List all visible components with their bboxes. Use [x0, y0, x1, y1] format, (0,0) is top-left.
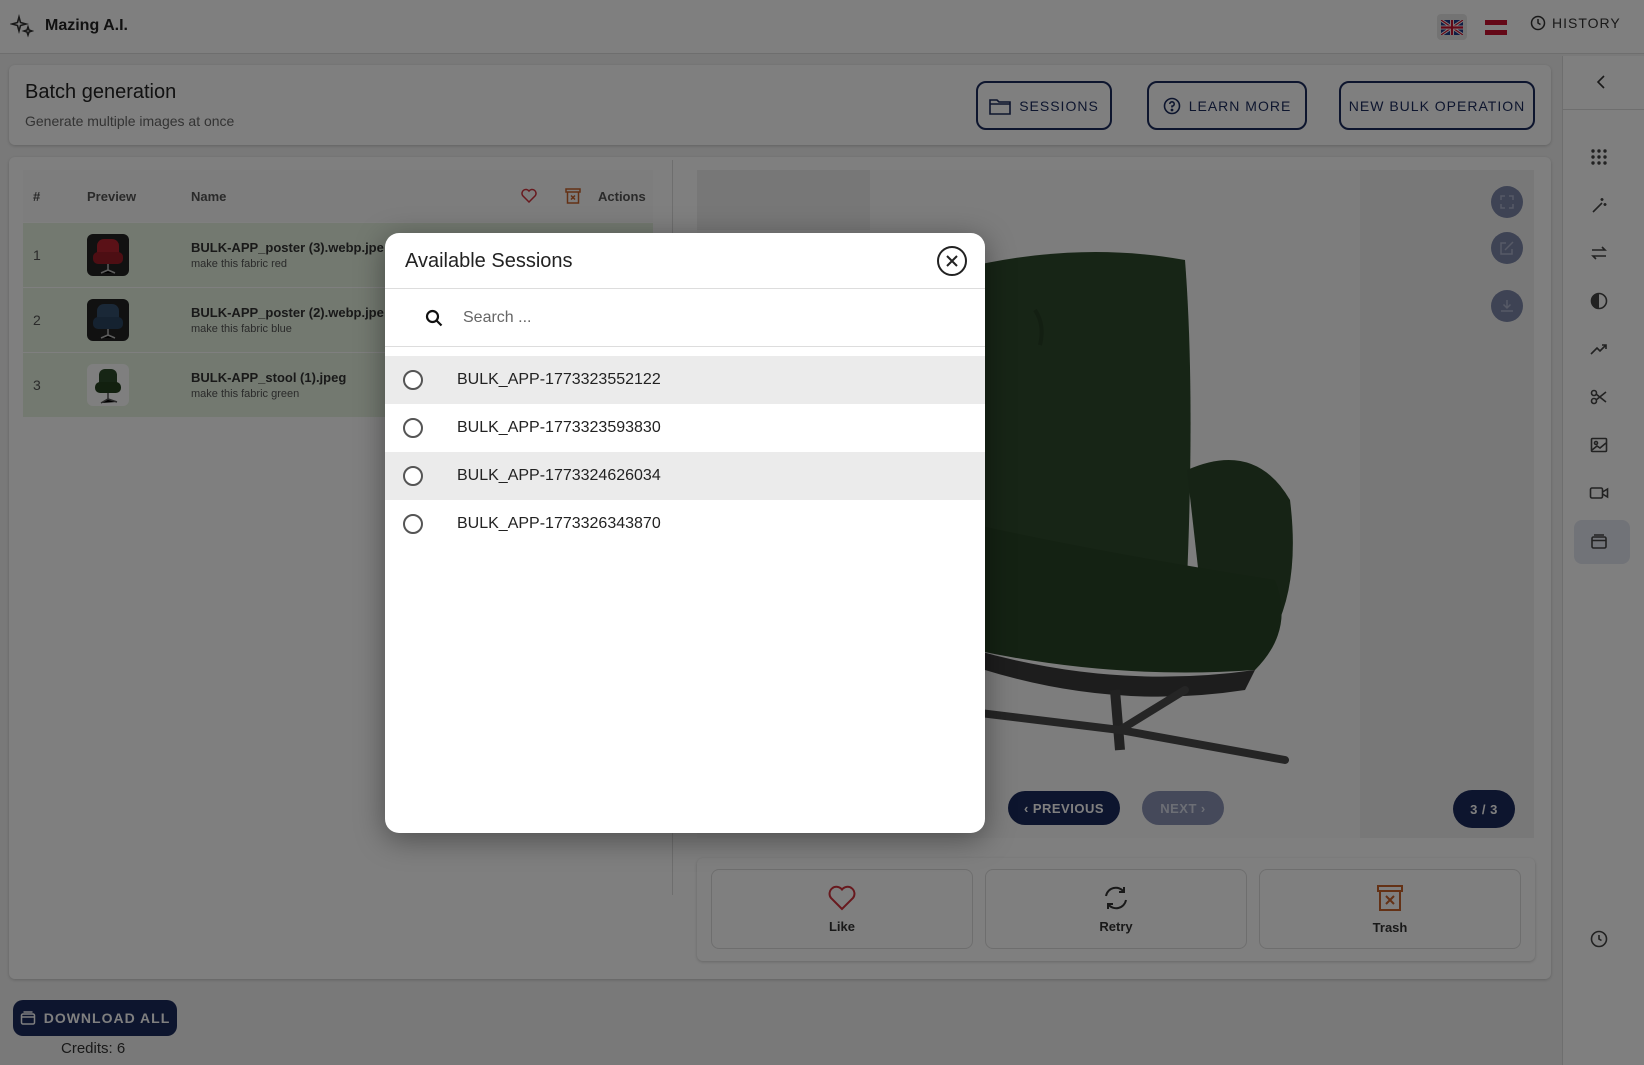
session-label: BULK_APP-1773323593830	[457, 419, 661, 436]
sessions-modal: Available Sessions BULK_APP-177332355212…	[385, 233, 985, 833]
session-item[interactable]: BULK_APP-1773323552122	[385, 356, 985, 404]
search-bar	[385, 289, 985, 347]
search-input[interactable]	[463, 303, 943, 333]
modal-header: Available Sessions	[385, 233, 985, 289]
session-item[interactable]: BULK_APP-1773324626034	[385, 452, 985, 500]
session-radio[interactable]	[403, 466, 423, 486]
session-label: BULK_APP-1773323552122	[457, 371, 661, 388]
session-radio[interactable]	[403, 418, 423, 438]
session-radio[interactable]	[403, 514, 423, 534]
session-item[interactable]: BULK_APP-1773323593830	[385, 404, 985, 452]
session-label: BULK_APP-1773324626034	[457, 467, 661, 484]
search-icon	[425, 309, 443, 327]
session-item[interactable]: BULK_APP-1773326343870	[385, 500, 985, 548]
session-label: BULK_APP-1773326343870	[457, 515, 661, 532]
modal-title: Available Sessions	[405, 250, 573, 272]
session-list: BULK_APP-1773323552122 BULK_APP-17733235…	[385, 356, 985, 548]
session-radio[interactable]	[403, 370, 423, 390]
close-icon[interactable]	[936, 245, 968, 277]
